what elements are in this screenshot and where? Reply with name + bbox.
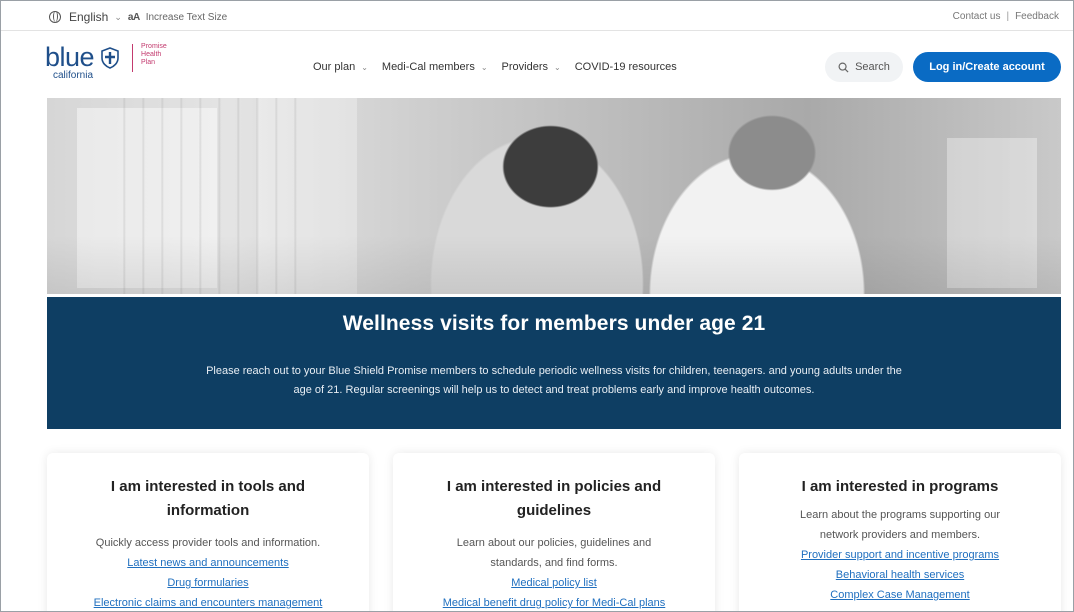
electronic-claims-link[interactable]: Electronic claims and encounters managem… [47,593,369,611]
card-description-line-1: Learn about the programs supporting our [800,509,1000,521]
banner-description: Please reach out to your Blue Shield Pro… [124,362,984,400]
card-policies-and-guidelines: I am interested in policies and guidelin… [393,453,715,611]
utility-left: English ⌄ aA Increase Text Size [49,10,227,24]
plan-text: Plan [141,59,156,66]
card-description: Quickly access provider tools and inform… [95,537,321,549]
search-button[interactable]: Search [825,52,903,82]
card-title-line-2: guidelines [516,502,592,519]
increase-text-size-link[interactable]: Increase Text Size [146,12,228,23]
page: English ⌄ aA Increase Text Size Contact … [0,0,1074,612]
utility-right: Contact us | Feedback [953,11,1059,22]
utility-bar: English ⌄ aA Increase Text Size Contact … [1,1,1073,31]
nav-item-label: Our plan [313,61,356,73]
card-tools-and-information: I am interested in tools and information… [47,453,369,611]
card-title-line-1: I am interested in tools and [110,478,306,495]
card-programs: I am interested in programs Learn about … [739,453,1061,611]
language-selector[interactable]: English [69,10,108,24]
shield-icon [101,47,119,69]
card-title: I am interested in tools and information [47,475,369,523]
promise-health-plan-wordmark: Promise Health Plan [141,43,167,67]
nav-item-label: Providers [501,61,548,73]
utility-separator: | [1006,11,1010,22]
logo-word-california: california [53,70,94,81]
site-header: blue california Promise Health Plan Our … [1,32,1073,98]
blue-shield-logo[interactable]: blue california Promise Health Plan [45,42,167,81]
search-icon [838,62,849,73]
nav-item-label: COVID-19 resources [574,61,677,73]
medical-policy-list-link[interactable]: Medical policy list [393,573,715,593]
card-description-line-1: Learn about our policies, guidelines and [456,537,652,549]
wellness-banner: Wellness visits for members under age 21… [47,297,1061,429]
globe-icon[interactable] [49,11,61,23]
nav-item-providers[interactable]: Providers ⌄ [502,61,561,73]
latest-news-link[interactable]: Latest news and announcements [47,553,369,573]
provider-support-link[interactable]: Provider support and incentive programs [739,545,1061,565]
card-title-line-2: information [166,502,250,519]
hero-shade [47,98,1061,294]
chevron-down-icon: ⌄ [361,62,368,72]
card-description-line-2: network providers and members. [819,529,981,541]
chevron-down-icon[interactable]: ⌄ [114,12,122,23]
logo-word-blue: blue [45,42,95,72]
card-title: I am interested in programs [801,478,999,495]
chevron-down-icon: ⌄ [554,62,561,72]
nav-item-label: Medi-Cal members [381,61,475,73]
card-description: Learn about the programs supporting our … [739,505,1061,545]
logo-divider [132,44,134,72]
search-label: Search [855,61,890,73]
chevron-down-icon: ⌄ [480,62,488,72]
behavioral-health-link[interactable]: Behavioral health services [739,565,1061,585]
login-create-account-button[interactable]: Log in/Create account [913,52,1061,82]
banner-line-1: Please reach out to your Blue Shield Pro… [206,365,902,377]
card-description: Learn about our policies, guidelines and… [393,533,715,573]
feedback-link[interactable]: Feedback [1015,11,1059,22]
card-title: I am interested in policies and guidelin… [393,475,715,523]
nav-item-our-plan[interactable]: Our plan ⌄ [313,61,368,73]
banner-line-2: age of 21. Regular screenings will help … [293,384,815,396]
banner-title: Wellness visits for members under age 21 [342,312,766,335]
nav-item-covid-19-resources[interactable]: COVID-19 resources [575,61,677,73]
main-nav: Our plan ⌄ Medi-Cal members ⌄ Providers … [313,61,677,73]
hero-image [47,98,1061,294]
drug-formularies-link[interactable]: Drug formularies [47,573,369,593]
contact-us-link[interactable]: Contact us [953,11,1001,22]
text-size-icon[interactable]: aA [128,12,140,23]
complex-case-management-link[interactable]: Complex Case Management [739,585,1061,605]
promise-text: Promise [141,43,167,50]
card-description-line-2: standards, and find forms. [490,557,618,569]
health-text: Health [141,51,162,58]
nav-item-medi-cal-members[interactable]: Medi-Cal members ⌄ [382,61,488,73]
medical-benefit-drug-policy-link[interactable]: Medical benefit drug policy for Medi-Cal… [393,593,715,611]
card-title-line-1: I am interested in policies and [446,478,662,495]
